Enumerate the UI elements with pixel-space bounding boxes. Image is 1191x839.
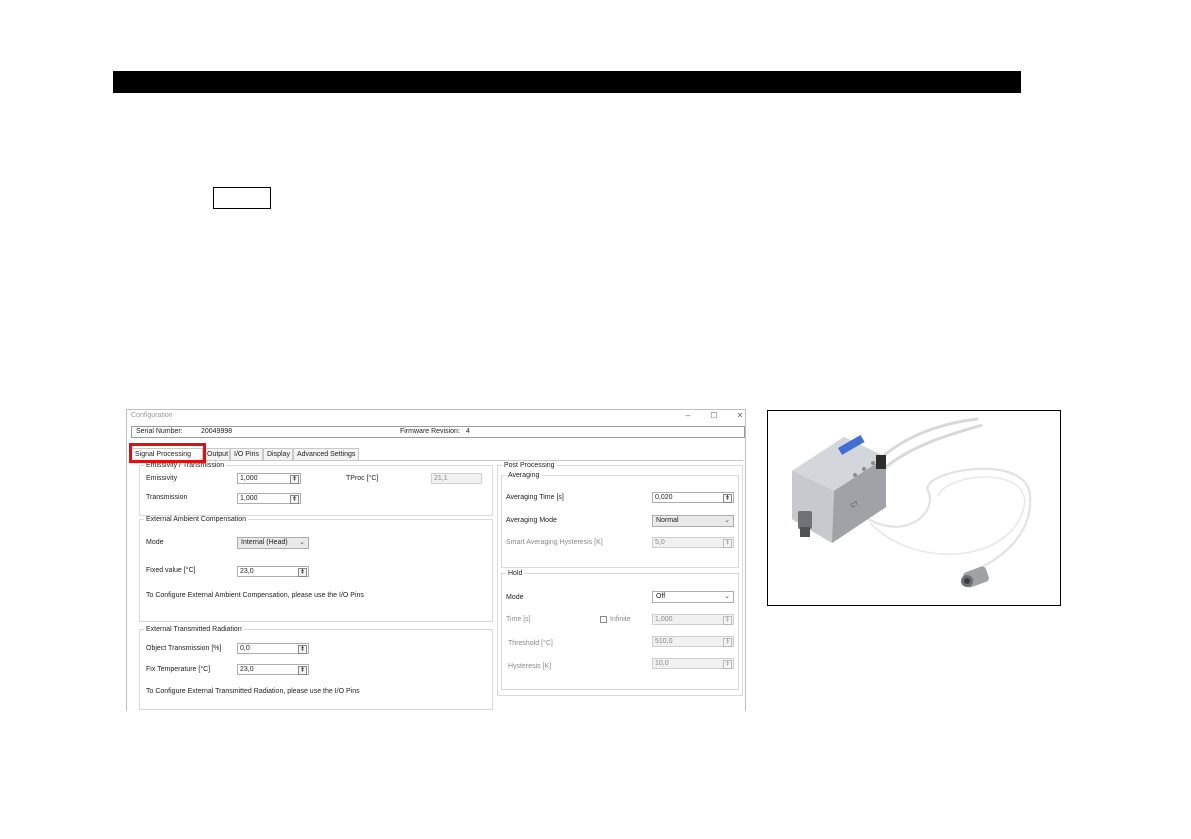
emissivity-legend: Emissivity / Transmission xyxy=(146,462,225,469)
transmitted-note: To Configure External Transmitted Radiat… xyxy=(146,688,360,695)
window-title: Configuration xyxy=(131,412,173,419)
threshold-label: Threshold [°C] xyxy=(508,640,553,647)
sensor-device-photo: CT xyxy=(792,417,1032,588)
product-photo-frame: CT xyxy=(767,410,1061,606)
fix-temperature-value: 23,0 xyxy=(240,666,254,673)
configuration-window: Configuration – ☐ ✕ Serial Number: 20049… xyxy=(126,409,746,711)
ambient-mode-label: Mode xyxy=(146,539,164,546)
tab-underline xyxy=(131,460,743,461)
hold-time-label: Time [s] xyxy=(506,616,531,623)
spinner-icon: ▴ ▾ xyxy=(723,616,732,625)
ambient-mode-value: Internal (Head) xyxy=(241,539,288,546)
object-transmission-label: Object Transmission [%] xyxy=(146,645,222,652)
averaging-mode-value: Normal xyxy=(656,517,679,524)
ambient-note: To Configure External Ambient Compensati… xyxy=(146,592,364,599)
spinner-icon: ▴ ▾ xyxy=(723,660,732,669)
firmware-label: Firmware Revision: xyxy=(400,428,460,435)
object-transmission-input[interactable]: 0,0 ▴ ▾ xyxy=(237,643,309,654)
averaging-time-label: Averaging Time [s] xyxy=(506,494,564,501)
hold-group: Hold xyxy=(501,570,739,690)
hysteresis-input: 10,0 ▴ ▾ xyxy=(652,658,734,669)
emissivity-input[interactable]: 1,000 ▴ ▾ xyxy=(237,473,301,484)
transmission-value: 1,000 xyxy=(240,495,258,502)
header-bar xyxy=(113,71,1021,93)
averaging-time-input[interactable]: 0,020 ▴ ▾ xyxy=(652,492,734,503)
averaging-legend: Averaging xyxy=(508,472,540,479)
hysteresis-value: 10,0 xyxy=(655,660,669,667)
spinner-icon[interactable]: ▴ ▾ xyxy=(290,475,299,484)
tab-io-pins[interactable]: I/O Pins xyxy=(230,448,263,460)
spinner-icon[interactable]: ▴ ▾ xyxy=(298,666,307,675)
averaging-time-value: 0,020 xyxy=(655,494,673,501)
spinner-icon: ▴ ▾ xyxy=(723,638,732,647)
serial-value: 20049998 xyxy=(201,428,233,435)
fixed-value-label: Fixed value [°C] xyxy=(146,567,196,574)
hold-mode-select[interactable]: Off ⌄ xyxy=(652,591,734,603)
threshold-value: 510,0 xyxy=(655,638,673,645)
firmware-value: 4 xyxy=(466,428,470,435)
transmission-label: Transmission xyxy=(146,494,188,501)
smart-averaging-value: 5,0 xyxy=(655,539,665,546)
hold-time-value: 1,000 xyxy=(655,616,673,623)
chevron-down-icon: ⌄ xyxy=(299,539,305,546)
signal-processing-highlight xyxy=(129,443,206,463)
fixed-value-input[interactable]: 23,0 ▴ ▾ xyxy=(237,566,309,577)
tproc-label: TProc [°C] xyxy=(346,475,379,482)
spinner-icon[interactable]: ▴ ▾ xyxy=(290,495,299,504)
transmitted-legend: External Transmitted Radiation xyxy=(146,626,242,633)
chevron-down-icon: ⌄ xyxy=(724,517,730,524)
emissivity-label: Emissivity xyxy=(146,475,178,482)
tproc-value: 21,1 xyxy=(434,475,448,482)
minimize-icon[interactable]: – xyxy=(681,411,695,421)
spinner-icon[interactable]: ▴ ▾ xyxy=(298,568,307,577)
ambient-mode-select[interactable]: Internal (Head) ⌄ xyxy=(237,537,309,549)
averaging-mode-select[interactable]: Normal ⌄ xyxy=(652,515,734,527)
hold-mode-label: Mode xyxy=(506,594,524,601)
fix-temperature-label: Fix Temperature [°C] xyxy=(146,666,211,673)
emissivity-value: 1,000 xyxy=(240,475,258,482)
tab-advanced-settings[interactable]: Advanced Settings xyxy=(293,448,359,460)
maximize-icon[interactable]: ☐ xyxy=(707,411,721,421)
hysteresis-label: Hysteresis [K] xyxy=(508,663,552,670)
fixed-value: 23,0 xyxy=(240,568,254,575)
ambient-legend: External Ambient Compensation xyxy=(146,516,246,523)
threshold-input: 510,0 ▴ ▾ xyxy=(652,636,734,647)
post-processing-legend: Post Processing xyxy=(504,462,555,469)
averaging-mode-label: Averaging Mode xyxy=(506,517,557,524)
tproc-field: 21,1 xyxy=(431,473,482,484)
infinite-label: Infinite xyxy=(610,616,631,623)
infinite-checkbox[interactable] xyxy=(600,616,607,623)
smart-averaging-input: 5,0 ▴ ▾ xyxy=(652,537,734,548)
empty-box xyxy=(213,187,271,209)
object-transmission-value: 0,0 xyxy=(240,645,250,652)
hold-legend: Hold xyxy=(508,570,523,577)
hold-mode-value: Off xyxy=(656,593,666,600)
spinner-icon: ▴ ▾ xyxy=(723,539,732,548)
device-info-bar: Serial Number: 20049998 Firmware Revisio… xyxy=(131,426,745,438)
fix-temperature-input[interactable]: 23,0 ▴ ▾ xyxy=(237,664,309,675)
spinner-icon[interactable]: ▴ ▾ xyxy=(723,494,732,503)
emissivity-group: Emissivity / Transmission xyxy=(139,462,493,516)
chevron-down-icon: ⌄ xyxy=(724,593,730,600)
transmission-input[interactable]: 1,000 ▴ ▾ xyxy=(237,493,301,504)
tab-output[interactable]: Output xyxy=(203,448,230,460)
spinner-icon[interactable]: ▴ ▾ xyxy=(298,645,307,654)
hold-time-input: 1,000 ▴ ▾ xyxy=(652,614,734,625)
smart-averaging-label: Smart Averaging Hysteresis [K] xyxy=(506,539,603,546)
close-icon[interactable]: ✕ xyxy=(733,411,747,421)
tab-display[interactable]: Display xyxy=(263,448,293,460)
serial-label: Serial Number: xyxy=(136,428,183,435)
